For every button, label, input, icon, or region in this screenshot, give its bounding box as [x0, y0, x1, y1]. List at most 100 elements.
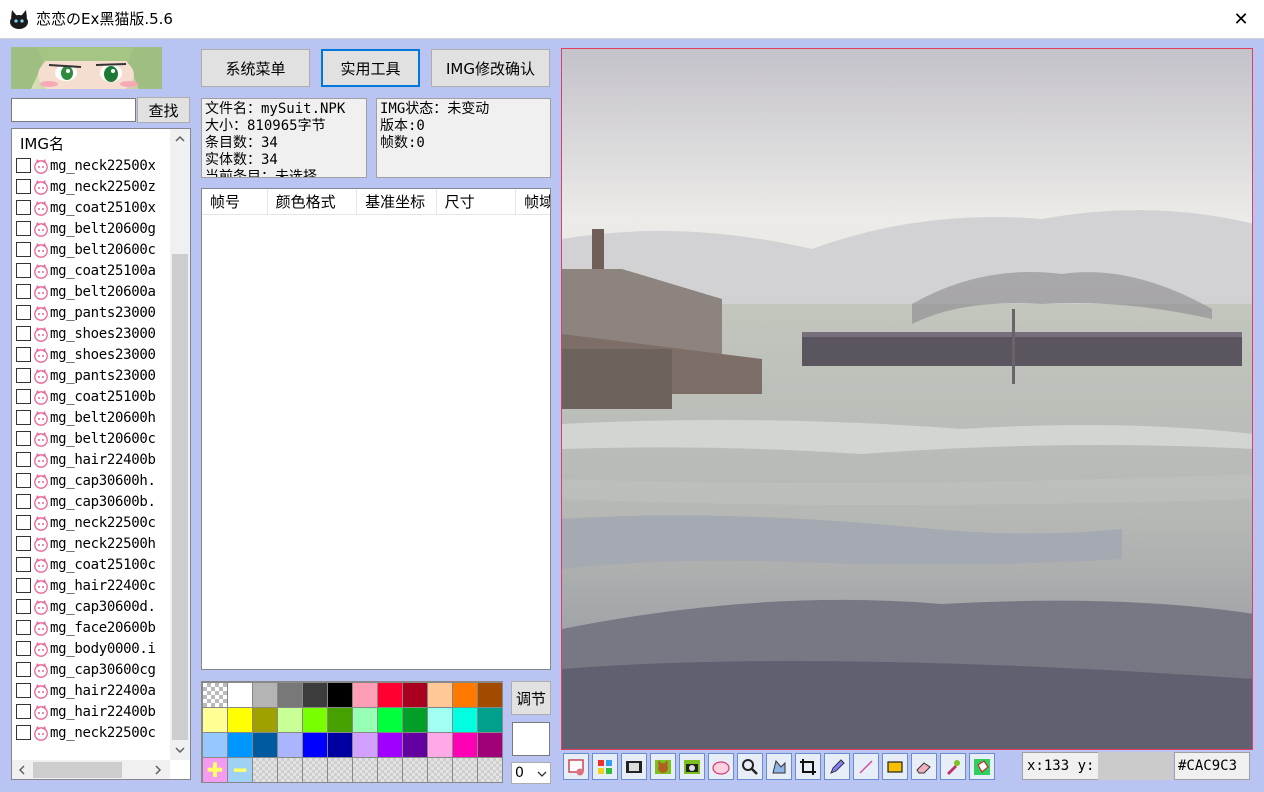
color-palette-tool-button[interactable] — [592, 753, 618, 780]
color-swatch[interactable] — [328, 683, 352, 707]
color-swatch[interactable] — [453, 708, 477, 732]
list-item[interactable]: mg_neck22500z — [16, 176, 174, 197]
zoom-tool-button[interactable] — [737, 753, 763, 780]
current-color-preview[interactable] — [512, 722, 550, 756]
item-checkbox[interactable] — [16, 179, 31, 194]
dropper-tool-button[interactable] — [940, 753, 966, 780]
scroll-right-icon[interactable] — [148, 760, 168, 779]
item-checkbox[interactable] — [16, 389, 31, 404]
item-checkbox[interactable] — [16, 242, 31, 257]
empty-swatch[interactable] — [378, 758, 402, 782]
item-checkbox[interactable] — [16, 158, 31, 173]
item-checkbox[interactable] — [16, 221, 31, 236]
column-base-coord[interactable]: 基准坐标 — [357, 189, 437, 215]
empty-swatch[interactable] — [278, 758, 302, 782]
list-item[interactable]: mg_neck22500h — [16, 533, 174, 554]
eraser-tool-button[interactable] — [911, 753, 937, 780]
color-swatch[interactable] — [303, 708, 327, 732]
item-checkbox[interactable] — [16, 473, 31, 488]
image-settings-tool-button[interactable] — [563, 753, 589, 780]
line-tool-button[interactable] — [853, 753, 879, 780]
color-swatch[interactable] — [278, 683, 302, 707]
list-item[interactable]: mg_neck22500x — [16, 155, 174, 176]
color-swatch[interactable] — [353, 733, 377, 757]
list-item[interactable]: mg_belt20600c — [16, 239, 174, 260]
item-checkbox[interactable] — [16, 599, 31, 614]
color-swatch[interactable] — [378, 683, 402, 707]
cloud-tool-button[interactable] — [708, 753, 734, 780]
item-checkbox[interactable] — [16, 452, 31, 467]
color-swatch[interactable] — [303, 733, 327, 757]
list-item[interactable]: mg_cap30600h. — [16, 470, 174, 491]
list-item[interactable]: mg_belt20600a — [16, 281, 174, 302]
item-checkbox[interactable] — [16, 683, 31, 698]
item-checkbox[interactable] — [16, 326, 31, 341]
item-checkbox[interactable] — [16, 725, 31, 740]
list-item[interactable]: mg_shoes23000 — [16, 323, 174, 344]
item-checkbox[interactable] — [16, 431, 31, 446]
item-checkbox[interactable] — [16, 263, 31, 278]
list-item[interactable]: mg_shoes23000 — [16, 344, 174, 365]
img-confirm-button[interactable]: IMG修改确认 — [431, 49, 550, 87]
item-checkbox[interactable] — [16, 494, 31, 509]
scroll-left-icon[interactable] — [12, 760, 32, 779]
color-swatch[interactable] — [203, 708, 227, 732]
adjust-button[interactable]: 调节 — [511, 681, 551, 715]
img-list[interactable]: IMG名 mg_neck22500x mg_neck22500z mg_coat25… — [11, 128, 191, 780]
color-swatch[interactable] — [228, 683, 252, 707]
scroll-up-icon[interactable] — [170, 129, 190, 149]
item-checkbox[interactable] — [16, 515, 31, 530]
list-item[interactable]: mg_coat25100c — [16, 554, 174, 575]
color-swatch[interactable] — [428, 733, 452, 757]
item-checkbox[interactable] — [16, 200, 31, 215]
list-item[interactable]: mg_face20600b — [16, 617, 174, 638]
list-item[interactable]: mg_cap30600d. — [16, 596, 174, 617]
color-swatch[interactable] — [228, 708, 252, 732]
list-item[interactable]: mg_pants23000 — [16, 302, 174, 323]
list-item[interactable]: mg_neck22500c — [16, 722, 174, 743]
empty-swatch[interactable] — [453, 758, 477, 782]
color-swatch[interactable] — [353, 708, 377, 732]
frame-select-dropdown[interactable]: 0 — [511, 762, 551, 784]
rectangle-tool-button[interactable] — [882, 753, 908, 780]
color-swatch[interactable] — [478, 708, 502, 732]
color-swatch[interactable] — [278, 733, 302, 757]
color-swatch[interactable] — [203, 733, 227, 757]
add-color-icon[interactable]: ✚ — [203, 758, 227, 782]
horizontal-scrollbar[interactable] — [12, 760, 170, 779]
color-swatch[interactable] — [253, 708, 277, 732]
remove-color-icon[interactable]: ━ — [228, 758, 252, 782]
system-menu-button[interactable]: 系统菜单 — [201, 49, 310, 87]
transparent-swatch[interactable] — [203, 683, 227, 707]
vertical-scroll-thumb[interactable] — [172, 254, 188, 740]
color-swatch[interactable] — [403, 733, 427, 757]
color-swatch[interactable] — [378, 733, 402, 757]
scroll-down-icon[interactable] — [170, 740, 190, 760]
camera-tool-button[interactable] — [679, 753, 705, 780]
fill-bucket-tool-button[interactable] — [969, 753, 995, 780]
color-swatch[interactable] — [328, 708, 352, 732]
color-swatch[interactable] — [428, 708, 452, 732]
column-size[interactable]: 尺寸 — [437, 189, 517, 215]
list-item[interactable]: mg_hair22400c — [16, 575, 174, 596]
film-strip-tool-button[interactable] — [621, 753, 647, 780]
list-item[interactable]: mg_hair22400b — [16, 701, 174, 722]
color-swatch[interactable] — [253, 683, 277, 707]
cat-tool-button[interactable] — [650, 753, 676, 780]
item-checkbox[interactable] — [16, 410, 31, 425]
list-item[interactable]: mg_hair22400b — [16, 449, 174, 470]
color-swatch[interactable] — [453, 733, 477, 757]
color-swatch[interactable] — [478, 683, 502, 707]
pencil-tool-button[interactable] — [824, 753, 850, 780]
list-item[interactable]: mg_coat25100b — [16, 386, 174, 407]
item-checkbox[interactable] — [16, 662, 31, 677]
empty-swatch[interactable] — [253, 758, 277, 782]
crop-tool-button[interactable] — [795, 753, 821, 780]
search-button[interactable]: 查找 — [137, 97, 190, 123]
color-swatch[interactable] — [353, 683, 377, 707]
list-item[interactable]: mg_belt20600g — [16, 218, 174, 239]
list-item[interactable]: mg_coat25100a — [16, 260, 174, 281]
color-swatch[interactable] — [428, 683, 452, 707]
list-item[interactable]: mg_cap30600b. — [16, 491, 174, 512]
list-item[interactable]: mg_coat25100x — [16, 197, 174, 218]
